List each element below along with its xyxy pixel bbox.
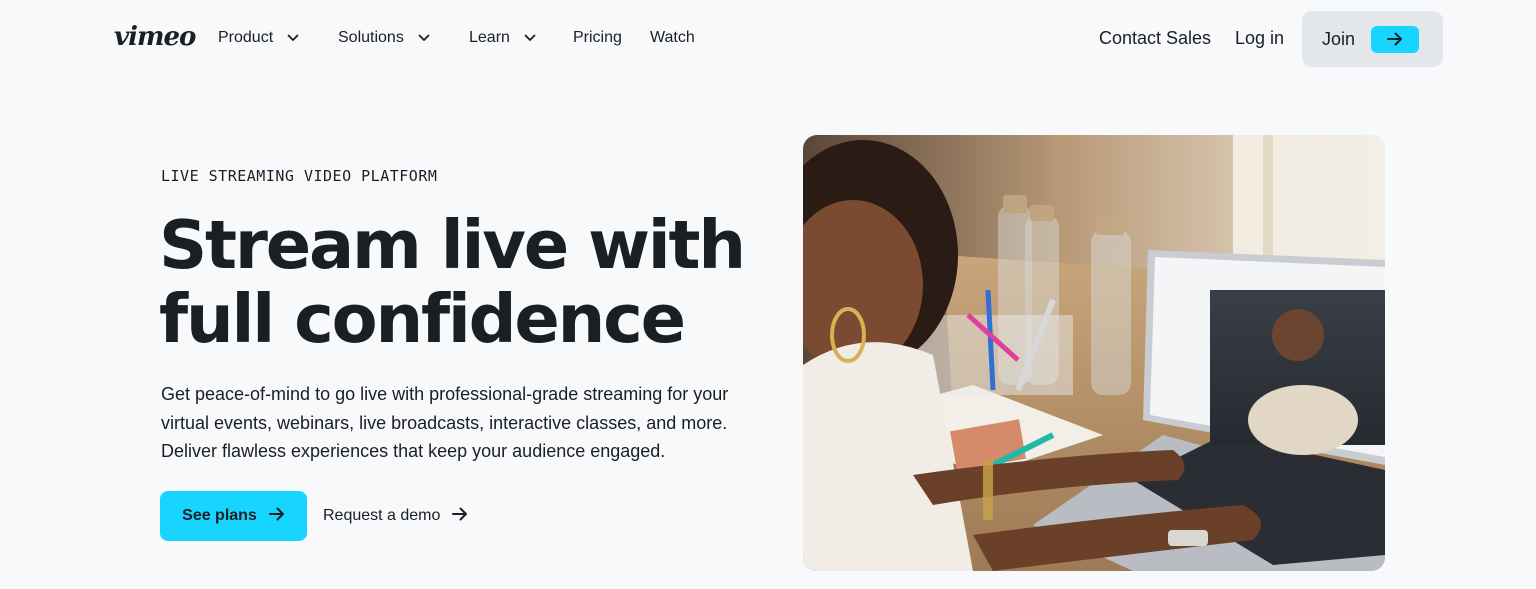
- top-navigation: vimeo Product Solutions Learn Pricing Wa…: [0, 0, 1536, 78]
- nav-item-pricing[interactable]: Pricing: [573, 29, 622, 47]
- nav-item-label: Learn: [469, 29, 510, 46]
- contact-sales-link[interactable]: Contact Sales: [1099, 28, 1211, 49]
- nav-item-label: Watch: [650, 29, 695, 46]
- chevron-down-icon: [524, 32, 536, 44]
- hero-description: Get peace-of-mind to go live with profes…: [161, 384, 729, 461]
- join-label: Join: [1322, 28, 1356, 49]
- hero-headline: Stream live with full confidence: [159, 208, 759, 356]
- nav-item-label: Pricing: [573, 29, 622, 46]
- headline-line-2: full confidence: [159, 280, 686, 358]
- hero-eyebrow: LIVE STREAMING VIDEO PLATFORM: [161, 167, 438, 185]
- see-plans-label: See plans: [182, 507, 257, 524]
- headline-line-1: Stream live with: [159, 206, 746, 284]
- chevron-down-icon: [287, 32, 299, 44]
- arrow-right-icon: [1371, 25, 1420, 53]
- request-demo-link[interactable]: Request a demo: [323, 491, 468, 541]
- nav-item-label: Solutions: [338, 29, 404, 46]
- nav-item-learn[interactable]: Learn: [469, 29, 536, 47]
- nav-item-solutions[interactable]: Solutions: [338, 29, 430, 47]
- nav-item-watch[interactable]: Watch: [650, 29, 695, 47]
- chevron-down-icon: [418, 32, 430, 44]
- nav-item-product[interactable]: Product: [218, 29, 299, 47]
- join-button[interactable]: Join: [1302, 11, 1443, 67]
- arrow-right-icon: [268, 507, 285, 526]
- arrow-right-icon: [452, 507, 468, 526]
- login-link[interactable]: Log in: [1235, 28, 1284, 49]
- see-plans-button[interactable]: See plans: [160, 491, 307, 541]
- request-demo-label: Request a demo: [323, 507, 441, 524]
- nav-item-label: Product: [218, 29, 274, 46]
- woman-streaming-on-laptop-photo: [803, 135, 1385, 571]
- vimeo-logo[interactable]: vimeo: [114, 22, 196, 52]
